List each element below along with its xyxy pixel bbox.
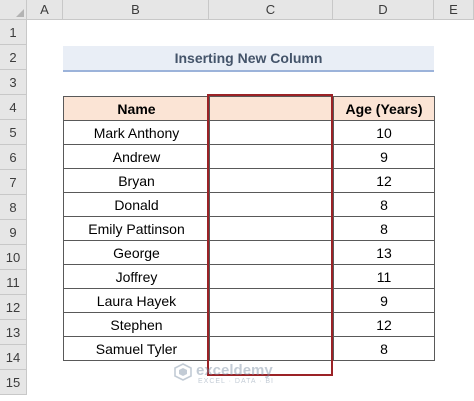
- table-header-row: Name Age (Years): [63, 96, 435, 121]
- exceldemy-watermark: exceldemy EXCEL · DATA · BI: [174, 362, 294, 386]
- new-column-cell[interactable]: [209, 312, 334, 337]
- table-row: Andrew 9: [63, 144, 435, 169]
- name-cell[interactable]: Laura Hayek: [63, 288, 210, 313]
- row-header[interactable]: 8: [0, 195, 27, 220]
- row-header[interactable]: 10: [0, 245, 27, 270]
- table-row: Joffrey 11: [63, 264, 435, 289]
- age-cell[interactable]: 9: [333, 144, 435, 169]
- new-column-cell[interactable]: [209, 240, 334, 265]
- age-cell[interactable]: 9: [333, 288, 435, 313]
- name-cell[interactable]: Donald: [63, 192, 210, 217]
- new-column-cell[interactable]: [209, 144, 334, 169]
- table-row: Stephen 12: [63, 312, 435, 337]
- table-row: Donald 8: [63, 192, 435, 217]
- age-cell[interactable]: 11: [333, 264, 435, 289]
- age-cell[interactable]: 10: [333, 120, 435, 145]
- age-cell[interactable]: 12: [333, 168, 435, 193]
- row-header[interactable]: 9: [0, 220, 27, 245]
- name-cell[interactable]: Emily Pattinson: [63, 216, 210, 241]
- age-cell[interactable]: 13: [333, 240, 435, 265]
- header-new-column[interactable]: [209, 96, 334, 121]
- table-row: Emily Pattinson 8: [63, 216, 435, 241]
- new-column-cell[interactable]: [209, 168, 334, 193]
- column-header-c[interactable]: C: [209, 0, 333, 20]
- row-header[interactable]: 12: [0, 295, 27, 320]
- select-all-corner[interactable]: [0, 0, 27, 20]
- watermark-tagline: EXCEL · DATA · BI: [198, 378, 274, 385]
- row-header[interactable]: 5: [0, 120, 27, 145]
- table-row: George 13: [63, 240, 435, 265]
- row-header[interactable]: 11: [0, 270, 27, 295]
- row-header[interactable]: 7: [0, 170, 27, 195]
- table-row: Bryan 12: [63, 168, 435, 193]
- name-cell[interactable]: Samuel Tyler: [63, 336, 210, 361]
- table-row: Samuel Tyler 8: [63, 336, 435, 361]
- column-header-d[interactable]: D: [333, 0, 434, 20]
- row-header[interactable]: 6: [0, 145, 27, 170]
- row-header[interactable]: 14: [0, 345, 27, 370]
- column-header-e[interactable]: E: [434, 0, 474, 20]
- new-column-cell[interactable]: [209, 264, 334, 289]
- row-header[interactable]: 3: [0, 70, 27, 95]
- row-header[interactable]: 1: [0, 20, 27, 45]
- name-cell[interactable]: Joffrey: [63, 264, 210, 289]
- header-age[interactable]: Age (Years): [333, 96, 435, 121]
- row-header[interactable]: 2: [0, 45, 27, 70]
- age-cell[interactable]: 8: [333, 216, 435, 241]
- header-name[interactable]: Name: [63, 96, 210, 121]
- watermark-brand: exceldemy: [196, 362, 273, 379]
- name-cell[interactable]: Bryan: [63, 168, 210, 193]
- name-cell[interactable]: George: [63, 240, 210, 265]
- column-header-a[interactable]: A: [27, 0, 63, 20]
- sheet-title[interactable]: Inserting New Column: [63, 46, 434, 72]
- name-cell[interactable]: Stephen: [63, 312, 210, 337]
- new-column-cell[interactable]: [209, 216, 334, 241]
- row-header[interactable]: 13: [0, 320, 27, 345]
- age-cell[interactable]: 8: [333, 336, 435, 361]
- age-cell[interactable]: 8: [333, 192, 435, 217]
- new-column-cell[interactable]: [209, 336, 334, 361]
- column-header-b[interactable]: B: [63, 0, 209, 20]
- age-cell[interactable]: 12: [333, 312, 435, 337]
- new-column-cell[interactable]: [209, 120, 334, 145]
- spreadsheet: A B C D E 1 2 3 4 5 6 7 8 9 10 11 12 13 …: [0, 0, 474, 401]
- data-table: Name Age (Years) Mark Anthony 10 Andrew …: [63, 96, 435, 361]
- name-cell[interactable]: Andrew: [63, 144, 210, 169]
- new-column-cell[interactable]: [209, 288, 334, 313]
- table-row: Laura Hayek 9: [63, 288, 435, 313]
- table-row: Mark Anthony 10: [63, 120, 435, 145]
- row-header[interactable]: 15: [0, 370, 27, 395]
- new-column-cell[interactable]: [209, 192, 334, 217]
- exceldemy-logo-icon: [174, 363, 192, 381]
- row-header[interactable]: 4: [0, 95, 27, 120]
- name-cell[interactable]: Mark Anthony: [63, 120, 210, 145]
